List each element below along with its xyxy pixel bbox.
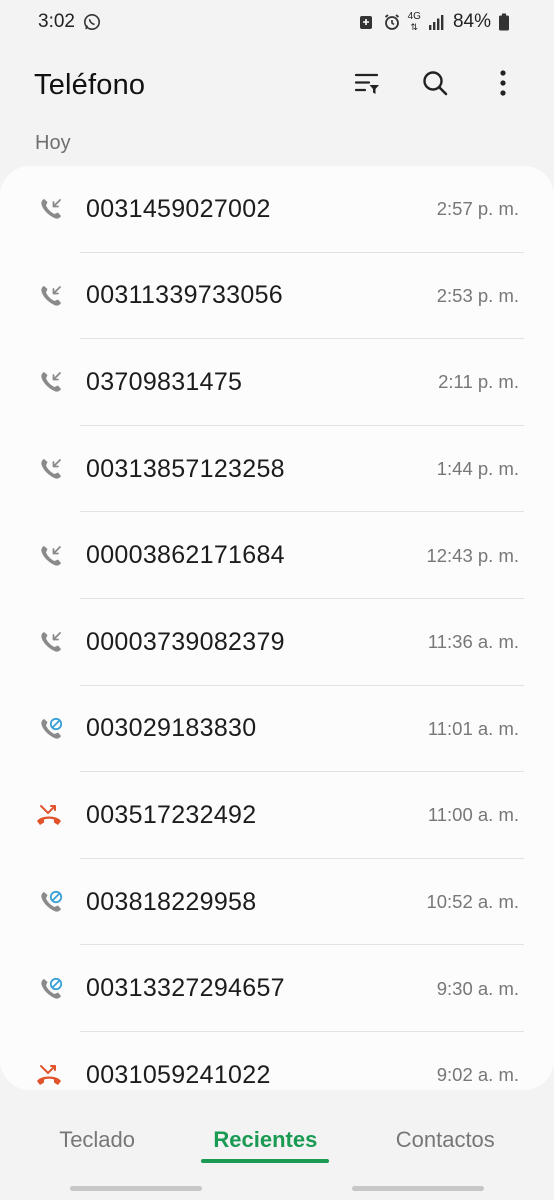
call-number: 0031059241022 <box>86 1060 271 1089</box>
network-4g-icon: 4G ⇅ <box>407 11 421 33</box>
incoming-call-icon <box>36 281 66 311</box>
call-row[interactable]: 00313327294657 9:30 a. m. <box>0 945 554 1032</box>
bottom-nav: Teclado Recientes Contactos <box>0 1100 554 1180</box>
more-options-button[interactable] <box>486 68 520 102</box>
recent-calls-card: 0031459027002 2:57 p. m. 00311339733056 2:5… <box>0 166 554 1090</box>
filter-icon <box>353 70 381 101</box>
alarm-icon <box>383 13 401 31</box>
data-saver-icon <box>358 13 376 31</box>
blocked-call-icon <box>36 974 66 1004</box>
call-time: 12:43 p. m. <box>426 544 519 566</box>
incoming-call-icon <box>36 367 66 397</box>
call-time: 2:11 p. m. <box>438 371 519 393</box>
battery-percent: 84% <box>452 11 491 32</box>
incoming-call-icon <box>36 541 66 571</box>
missed-call-icon <box>34 1060 64 1090</box>
tab-contactos[interactable]: Contactos <box>384 1117 507 1163</box>
call-number: 0031459027002 <box>86 194 271 223</box>
filter-button[interactable] <box>350 68 384 102</box>
call-number: 00313857123258 <box>86 454 285 483</box>
gesture-bar-left <box>70 1186 202 1191</box>
call-time: 11:36 a. m. <box>427 631 519 653</box>
call-time: 9:30 a. m. <box>436 977 519 999</box>
page-title: Teléfono <box>34 68 146 101</box>
call-row[interactable]: 003029183830 11:01 a. m. <box>0 686 554 773</box>
call-row[interactable]: 00311339733056 2:53 p. m. <box>0 253 554 340</box>
call-time: 11:01 a. m. <box>427 717 519 739</box>
call-number: 00313327294657 <box>86 974 285 1003</box>
blocked-call-icon <box>36 714 66 744</box>
gesture-bar-right <box>352 1186 484 1191</box>
call-row[interactable]: 0031059241022 9:02 a. m. <box>0 1032 554 1090</box>
call-time: 2:53 p. m. <box>436 284 519 306</box>
call-number: 003818229958 <box>86 887 257 916</box>
status-left: 3:02 <box>38 11 101 33</box>
app-header: Teléfono <box>0 50 554 120</box>
call-row[interactable]: 003517232492 11:00 a. m. <box>0 772 554 859</box>
status-right: 4G ⇅ 84% <box>358 11 516 33</box>
call-number: 003517232492 <box>86 800 257 829</box>
call-row[interactable]: 03709831475 2:11 p. m. <box>0 339 554 426</box>
call-time: 2:57 p. m. <box>436 198 519 220</box>
status-bar: 3:02 4G ⇅ 84% <box>0 0 554 44</box>
status-time: 3:02 <box>38 11 75 32</box>
tab-teclado[interactable]: Teclado <box>47 1117 147 1163</box>
network-label: 4G <box>407 11 421 22</box>
missed-call-icon <box>34 800 64 830</box>
incoming-call-icon <box>36 627 66 657</box>
header-actions <box>350 68 520 102</box>
call-row[interactable]: 00003739082379 11:36 a. m. <box>0 599 554 686</box>
incoming-call-icon <box>36 194 66 224</box>
search-icon <box>421 69 449 102</box>
call-list: 0031459027002 2:57 p. m. 00311339733056 2:5… <box>0 166 554 1090</box>
call-time: 10:52 a. m. <box>426 891 519 913</box>
incoming-call-icon <box>36 454 66 484</box>
tab-recientes[interactable]: Recientes <box>201 1117 330 1163</box>
call-number: 00311339733056 <box>86 281 283 310</box>
call-number: 03709831475 <box>86 367 243 396</box>
battery-icon <box>498 13 516 31</box>
call-row[interactable]: 003818229958 10:52 a. m. <box>0 859 554 946</box>
call-number: 00003862171684 <box>86 541 285 570</box>
call-number: 003029183830 <box>86 714 257 743</box>
call-time: 1:44 p. m. <box>436 458 519 480</box>
call-row[interactable]: 00003862171684 12:43 p. m. <box>0 512 554 599</box>
call-row[interactable]: 0031459027002 2:57 p. m. <box>0 166 554 253</box>
call-time: 11:00 a. m. <box>427 804 519 826</box>
whatsapp-icon <box>83 13 101 31</box>
blocked-call-icon <box>36 887 66 917</box>
call-row[interactable]: 00313857123258 1:44 p. m. <box>0 426 554 513</box>
search-button[interactable] <box>418 68 452 102</box>
call-time: 9:02 a. m. <box>436 1064 519 1086</box>
call-number: 00003739082379 <box>86 627 285 656</box>
section-label-today: Hoy <box>35 132 71 154</box>
more-options-icon <box>499 69 507 102</box>
signal-icon <box>428 13 446 31</box>
